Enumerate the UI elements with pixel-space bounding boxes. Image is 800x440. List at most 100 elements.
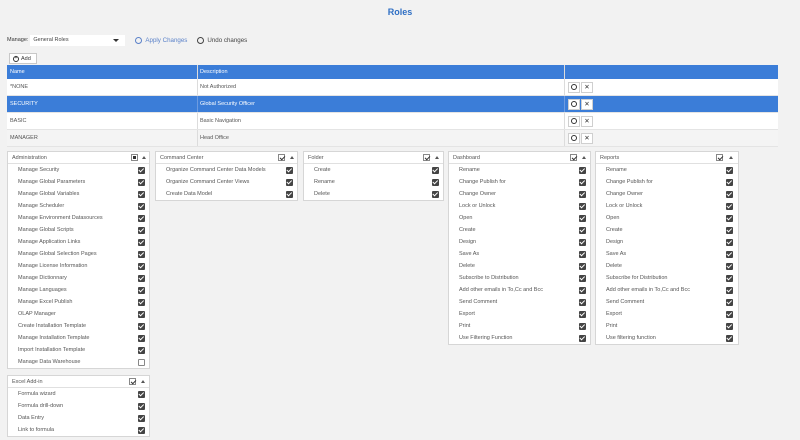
permission-checkbox[interactable] [138,286,145,294]
permission-item[interactable]: Manage Global Parameters [8,176,149,188]
permission-item[interactable]: Manage Scheduler [8,200,149,212]
permission-checkbox[interactable] [579,298,586,306]
permission-checkbox[interactable] [726,166,733,174]
permission-checkbox[interactable] [579,226,586,234]
permission-item[interactable]: Data Entry [8,412,149,424]
permission-checkbox[interactable] [726,262,733,270]
table-row[interactable]: *NONE Not Authorized ✕ [7,79,778,96]
permission-checkbox[interactable] [579,334,586,342]
delete-role-button[interactable]: ✕ [581,132,593,144]
permission-checkbox[interactable] [726,286,733,294]
permission-item[interactable]: Change Publish for [449,176,590,188]
permission-checkbox[interactable] [579,310,586,318]
permission-checkbox[interactable] [138,402,145,410]
permission-checkbox[interactable] [138,250,145,258]
permission-checkbox[interactable] [579,202,586,210]
manage-select[interactable]: General Roles [30,34,126,46]
permission-checkbox[interactable] [138,346,145,354]
permission-item[interactable]: Open [596,212,738,224]
permission-item[interactable]: Subscribe to Distribution [449,272,590,284]
permission-checkbox[interactable] [432,166,439,174]
permission-item[interactable]: Create [449,224,590,236]
permission-checkbox[interactable] [138,390,145,398]
permission-item[interactable]: Design [596,236,738,248]
permission-checkbox[interactable] [579,274,586,282]
delete-role-button[interactable]: ✕ [581,98,593,110]
permission-checkbox[interactable] [138,414,145,422]
permission-checkbox[interactable] [726,250,733,258]
permission-checkbox[interactable] [726,214,733,222]
permission-item[interactable]: Lock or Unlock [449,200,590,212]
permission-item[interactable]: Print [596,320,738,332]
permission-item[interactable]: Manage Excel Publish [8,296,149,308]
permission-checkbox[interactable] [138,202,145,210]
table-row[interactable]: MANAGER Head Office ✕ [7,130,778,147]
permission-item[interactable]: Manage Global Variables [8,188,149,200]
permission-item[interactable]: Delete [596,260,738,272]
permission-checkbox[interactable] [286,190,293,198]
permission-item[interactable]: Link to formula [8,424,149,436]
permission-item[interactable]: Create [596,224,738,236]
permission-item[interactable]: Organize Command Center Data Models [156,164,297,176]
collapse-arrow-icon[interactable] [582,156,586,159]
permission-item[interactable]: Subscribe for Distribution [596,272,738,284]
permission-checkbox[interactable] [286,178,293,186]
permission-item[interactable]: Send Comment [596,296,738,308]
permission-item[interactable]: Manage Application Links [8,236,149,248]
delete-role-button[interactable]: ✕ [581,115,593,127]
permission-checkbox[interactable] [726,274,733,282]
permission-item[interactable]: Import Installation Template [8,344,149,356]
edit-role-button[interactable] [568,115,580,127]
apply-changes-button[interactable]: Apply Changes [135,36,187,44]
permission-item[interactable]: OLAP Manager [8,308,149,320]
permission-item[interactable]: Manage License Information [8,260,149,272]
permission-item[interactable]: Delete [304,188,443,200]
permission-checkbox[interactable] [579,190,586,198]
permission-checkbox[interactable] [726,226,733,234]
permission-checkbox[interactable] [138,262,145,270]
permission-item[interactable]: Change Owner [449,188,590,200]
permission-checkbox[interactable] [726,334,733,342]
permission-item[interactable]: Manage Data Warehouse [8,356,149,368]
permission-checkbox[interactable] [138,226,145,234]
permission-checkbox[interactable] [432,190,439,198]
permission-checkbox[interactable] [138,238,145,246]
edit-role-button[interactable] [568,132,580,144]
permission-item[interactable]: Open [449,212,590,224]
permission-checkbox[interactable] [138,310,145,318]
collapse-arrow-icon[interactable] [141,380,145,383]
permission-checkbox[interactable] [579,286,586,294]
permission-item[interactable]: Change Owner [596,188,738,200]
permission-checkbox[interactable] [138,274,145,282]
permission-checkbox[interactable] [579,178,586,186]
permission-checkbox[interactable] [726,298,733,306]
permission-item[interactable]: Send Comment [449,296,590,308]
permission-item[interactable]: Manage Security [8,164,149,176]
collapse-arrow-icon[interactable] [290,156,294,159]
permission-item[interactable]: Delete [449,260,590,272]
permission-checkbox[interactable] [726,310,733,318]
add-button[interactable]: + Add [9,53,37,64]
permission-checkbox[interactable] [579,250,586,258]
permission-item[interactable]: Organize Command Center Views [156,176,297,188]
permission-item[interactable]: Create Installation Template [8,320,149,332]
select-all-checkbox[interactable] [570,154,577,161]
permission-item[interactable]: Design [449,236,590,248]
permission-checkbox[interactable] [138,426,145,434]
table-row[interactable]: BASIC Basic Navigation ✕ [7,113,778,130]
permission-item[interactable]: Formula drill-down [8,400,149,412]
permission-checkbox[interactable] [138,322,145,330]
permission-item[interactable]: Export [449,308,590,320]
collapse-arrow-icon[interactable] [729,156,733,159]
permission-checkbox[interactable] [432,178,439,186]
permission-checkbox[interactable] [138,358,145,366]
permission-checkbox[interactable] [579,238,586,246]
collapse-arrow-icon[interactable] [142,156,146,159]
permission-checkbox[interactable] [726,202,733,210]
permission-item[interactable]: Formula wizard [8,388,149,400]
select-all-checkbox[interactable] [423,154,430,161]
permission-checkbox[interactable] [579,262,586,270]
permission-item[interactable]: Create [304,164,443,176]
permission-checkbox[interactable] [138,334,145,342]
permission-item[interactable]: Add other emails in To,Cc and Bcc [449,284,590,296]
